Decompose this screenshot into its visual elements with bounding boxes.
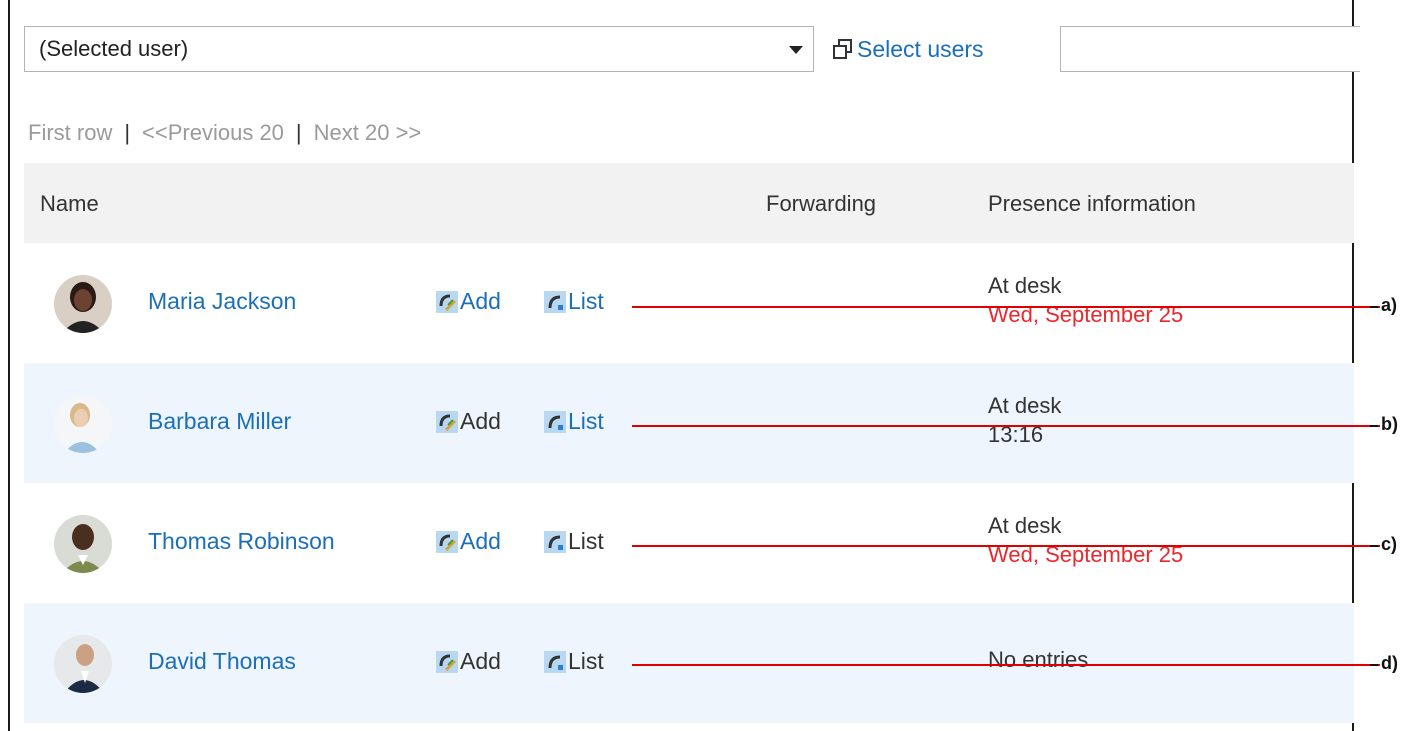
next-page-link: Next 20 >> [313,120,422,145]
phone-add-icon [436,530,458,553]
search-input[interactable] [1060,26,1360,72]
presence-info: At desk Wed, September 25 [988,511,1183,569]
presence-info: No entries [988,631,1088,674]
table-row: David Thomas Add List No entries [24,603,1354,723]
phone-list-icon [544,530,566,553]
toolbar: (Selected user) Select users [10,0,1360,110]
callout-line-a [632,306,1380,308]
avatar [54,395,112,453]
add-message-button[interactable]: Add [436,288,501,315]
list-label: List [568,648,604,674]
add-message-button[interactable]: Add [436,648,501,675]
messages-table: Name Forwarding Presence information Mar… [24,163,1354,723]
add-message-button[interactable]: Add [436,528,501,555]
add-label: Add [460,528,501,554]
add-label: Add [460,408,501,434]
phone-list-icon [544,410,566,433]
callout-label-b: b) [1381,414,1398,434]
table-row: Thomas Robinson Add List At desk Wed, Se… [24,483,1354,603]
pagination: First row | <<Previous 20 | Next 20 >> [28,120,421,146]
user-select-value: (Selected user) [39,36,189,61]
presence-status: No entries [988,647,1089,672]
presence-info: At desk 13:16 [988,391,1061,449]
phone-list-icon [544,650,566,673]
presence-info: At desk Wed, September 25 [988,271,1183,329]
list-messages-button[interactable]: List [544,648,604,675]
avatar [54,275,112,333]
user-name-link[interactable]: David Thomas [148,648,296,675]
header-name: Name [40,191,99,216]
first-row-link: First row [28,120,113,145]
callout-tick [1370,664,1378,666]
pager-separator: | [124,120,131,145]
user-name-link[interactable]: Thomas Robinson [148,528,335,555]
phone-add-icon [436,650,458,673]
callout-label-a: a) [1381,295,1398,315]
presence-status: At desk [988,393,1062,418]
list-label: List [568,528,604,554]
user-name-link[interactable]: Barbara Miller [148,408,291,435]
presence-status: At desk [988,273,1062,298]
callout-line-c [632,545,1380,547]
list-label: List [568,408,604,434]
callout-tick [1370,425,1378,427]
phone-add-icon [436,410,458,433]
presence-status: At desk [988,513,1062,538]
select-users-link[interactable]: Select users [832,26,984,72]
previous-page-link: <<Previous 20 [142,120,284,145]
user-select-dropdown[interactable]: (Selected user) [24,26,814,72]
add-label: Add [460,288,501,314]
phone-list-icon [544,290,566,313]
presence-time: Wed, September 25 [988,302,1184,327]
table-header: Name Forwarding Presence information [24,163,1354,243]
add-message-button[interactable]: Add [436,408,501,435]
add-label: Add [460,648,501,674]
list-messages-button[interactable]: List [544,288,604,315]
list-messages-button[interactable]: List [544,408,604,435]
list-label: List [568,288,604,314]
header-forwarding: Forwarding [766,191,877,216]
list-messages-button[interactable]: List [544,528,604,555]
callout-label-c: c) [1381,534,1398,554]
callout-line-d [632,664,1380,666]
callout-line-b [632,425,1380,427]
table-row: Barbara Miller Add List At desk 13:16 [24,363,1354,483]
avatar [54,635,112,693]
table-row: Maria Jackson Add List At desk Wed, Sept… [24,243,1354,363]
callout-tick [1370,545,1378,547]
pager-separator: | [295,120,302,145]
select-users-icon [833,39,852,59]
callout-label-d: d) [1381,653,1398,673]
phone-messages-panel: (Selected user) Select users First row |… [8,0,1360,731]
user-name-link[interactable]: Maria Jackson [148,288,296,315]
header-presence: Presence information [988,191,1196,216]
phone-add-icon [436,290,458,313]
callout-tick [1370,306,1378,308]
chevron-down-icon [789,46,803,54]
select-users-label: Select users [857,36,984,62]
avatar [54,515,112,573]
